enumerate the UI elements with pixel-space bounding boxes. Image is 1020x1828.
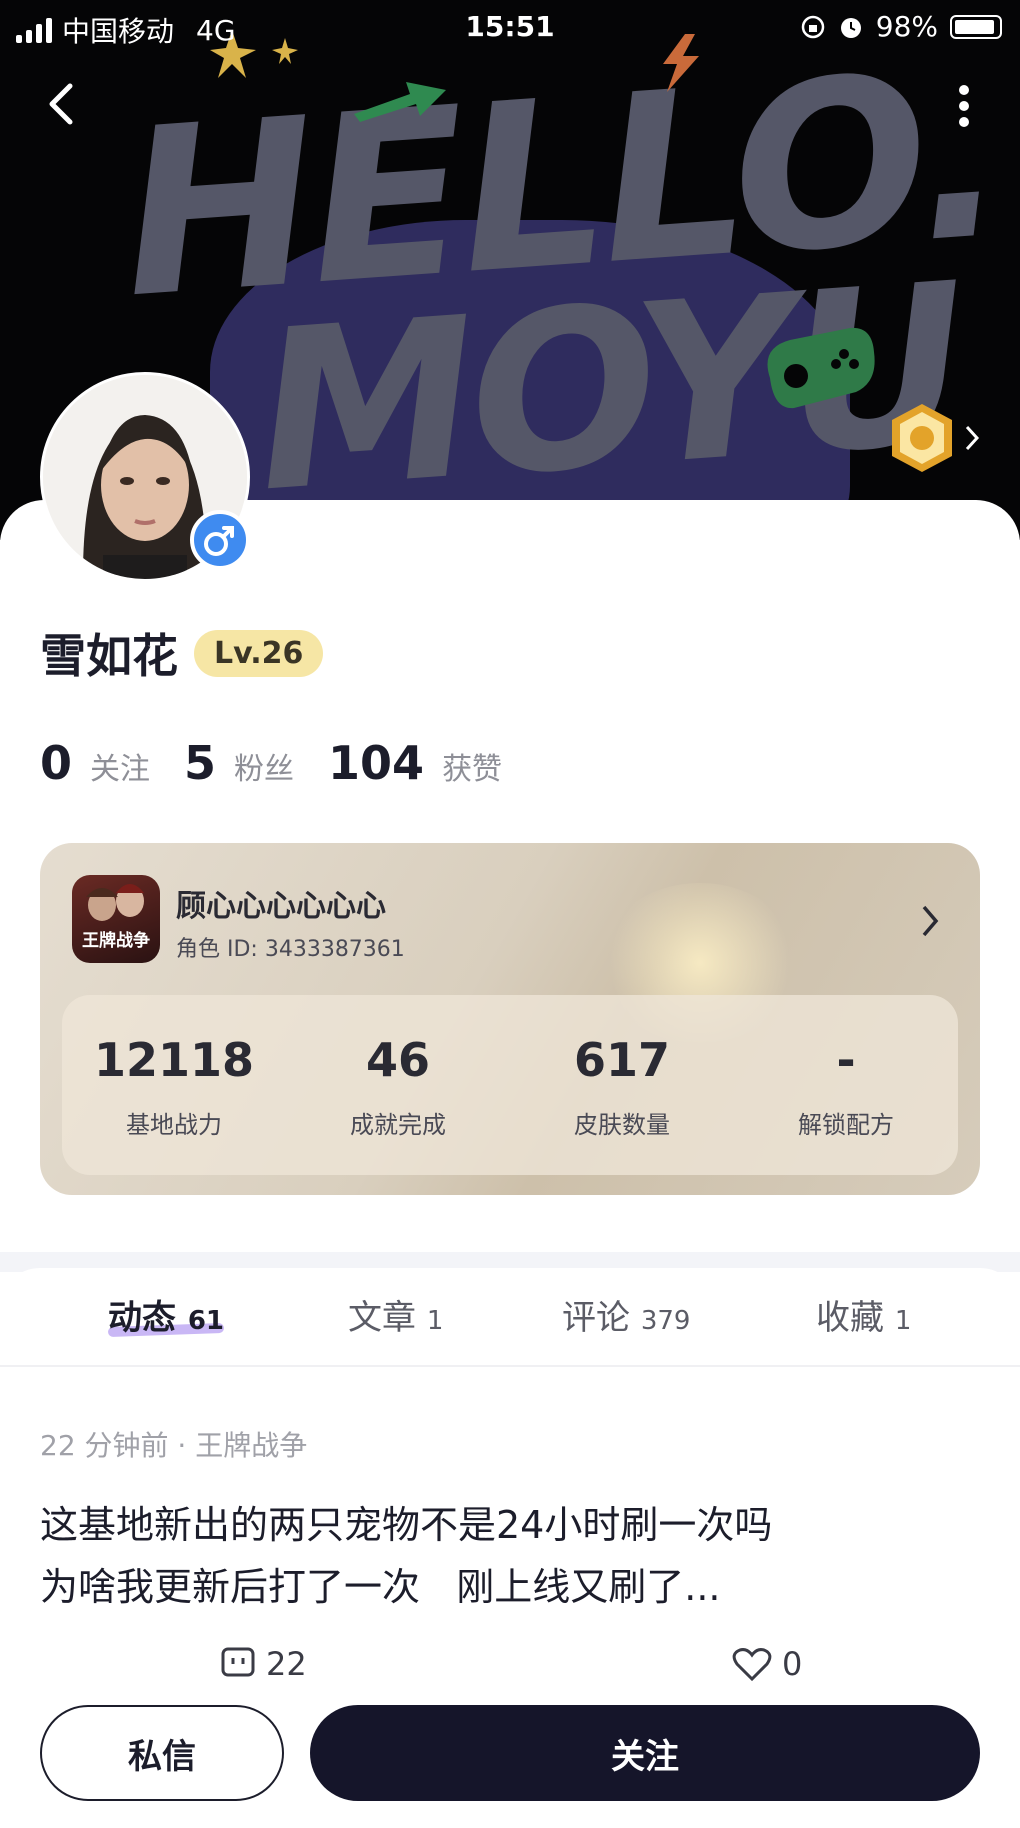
social-stats: 0 关注 5 粉丝 104 获赞: [40, 736, 518, 790]
like-count: 0: [782, 1645, 803, 1683]
user-name: 雪如花: [40, 629, 178, 683]
chevron-right-icon[interactable]: [920, 903, 940, 939]
following-count[interactable]: 0: [40, 736, 72, 790]
tab-comments[interactable]: 评论 379: [562, 1290, 690, 1339]
alarm-icon: [840, 17, 861, 38]
stat-value: 46: [365, 1033, 430, 1087]
comment-icon: [221, 1647, 255, 1677]
followers-count[interactable]: 5: [184, 736, 216, 790]
role-id: 角色 ID: 3433387361: [176, 937, 405, 962]
tab-count: 1: [894, 1306, 912, 1336]
tab-articles[interactable]: 文章 1: [348, 1290, 443, 1339]
tab-count: 1: [426, 1306, 444, 1336]
heart-icon: [732, 1648, 772, 1682]
more-icon[interactable]: [952, 82, 976, 130]
medal-entry[interactable]: [886, 402, 980, 474]
rotation-lock-icon: [801, 15, 825, 38]
comment-count: 22: [266, 1645, 307, 1683]
tab-label: 收藏: [816, 1298, 884, 1338]
game-stats-panel: 12118 基地战力 46 成就完成 617 皮肤数量 - 解锁配方: [62, 995, 958, 1175]
tabs-divider: [0, 1365, 1020, 1367]
battery-icon: [950, 14, 1002, 39]
stat-label: 基地战力: [126, 1111, 222, 1139]
name-row: 雪如花 Lv.26: [40, 620, 324, 686]
comment-button[interactable]: 22: [220, 1645, 307, 1683]
follow-button[interactable]: 关注: [310, 1705, 980, 1801]
post-line-2: 为啥我更新后打了一次 刚上线又刷了...: [40, 1565, 721, 1609]
stat-base-power: 12118 基地战力: [62, 995, 286, 1175]
post-content[interactable]: 这基地新出的两只宠物不是24小时刷一次吗 为啥我更新后打了一次 刚上线又刷了..…: [40, 1494, 960, 1618]
tab-posts[interactable]: 动态 61: [107, 1290, 225, 1339]
battery-percent: 98%: [875, 10, 938, 43]
game-icon: 王牌战争: [72, 875, 160, 963]
likes-count: 104: [328, 736, 425, 790]
tab-label: 评论: [562, 1298, 630, 1338]
stat-achievements: 46 成就完成: [286, 995, 510, 1175]
stat-skins: 617 皮肤数量: [510, 995, 734, 1175]
back-icon[interactable]: [42, 80, 82, 128]
gender-male-icon: [204, 526, 234, 556]
chevron-right-icon: [965, 425, 980, 451]
game-icon-label: 王牌战争: [82, 931, 150, 951]
gamepad-doodle-icon: [767, 327, 875, 409]
tab-label: 文章: [348, 1298, 416, 1338]
game-role-card[interactable]: 王牌战争 顾心心心心心心 角色 ID: 3433387361 12118 基地战…: [40, 843, 980, 1195]
following-label[interactable]: 关注: [90, 744, 150, 788]
stat-value: -: [836, 1033, 856, 1087]
followers-label[interactable]: 粉丝: [234, 744, 294, 788]
content-tabs: 动态 61 文章 1 评论 379 收藏 1: [0, 1290, 1020, 1360]
stat-recipes: - 解锁配方: [734, 995, 958, 1175]
tab-count: 379: [640, 1306, 691, 1336]
tab-favorites[interactable]: 收藏 1: [816, 1290, 911, 1339]
post-actions: 22 0: [0, 1645, 1020, 1697]
stat-label: 解锁配方: [798, 1111, 894, 1139]
like-button[interactable]: 0: [732, 1645, 802, 1683]
banner-artwork-text: HELLO. MOYU: [115, 22, 1020, 540]
level-badge: Lv.26: [194, 629, 324, 677]
status-bar: 中国移动 4G 15:51 98%: [0, 0, 1020, 56]
stat-label: 皮肤数量: [574, 1111, 670, 1139]
arrow-doodle-icon: [354, 82, 446, 122]
banner-line-2: MOYU: [249, 235, 970, 540]
stat-value: 617: [573, 1033, 671, 1087]
message-button[interactable]: 私信: [40, 1705, 284, 1801]
stat-label: 成就完成: [350, 1111, 446, 1139]
role-name: 顾心心心心心心: [176, 889, 386, 924]
likes-label: 获赞: [442, 752, 503, 787]
tab-count: 61: [187, 1306, 225, 1336]
gender-badge: [190, 510, 250, 570]
post-line-1: 这基地新出的两只宠物不是24小时刷一次吗: [40, 1503, 773, 1547]
medal-icon: [892, 404, 952, 472]
stat-value: 12118: [93, 1033, 255, 1087]
post-meta: 22 分钟前 · 王牌战争: [40, 1429, 308, 1462]
tab-label: 动态: [108, 1298, 176, 1338]
